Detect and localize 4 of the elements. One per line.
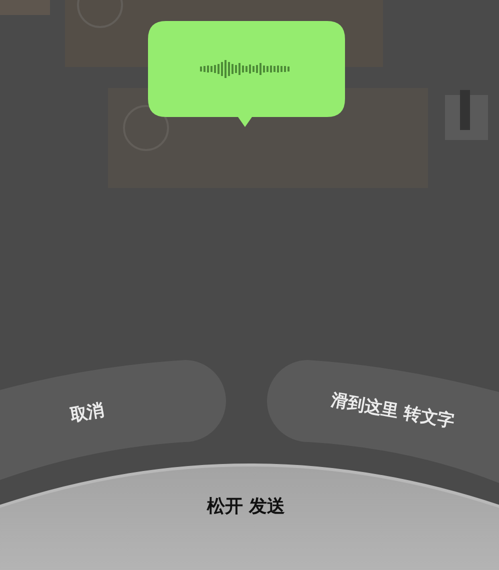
cancel-button[interactable]: 取消	[0, 360, 226, 480]
waveform-icon	[200, 60, 290, 78]
convert-to-text-button[interactable]: 滑到这里 转文字	[267, 360, 499, 483]
send-button[interactable]: 松开 发送	[0, 464, 499, 570]
